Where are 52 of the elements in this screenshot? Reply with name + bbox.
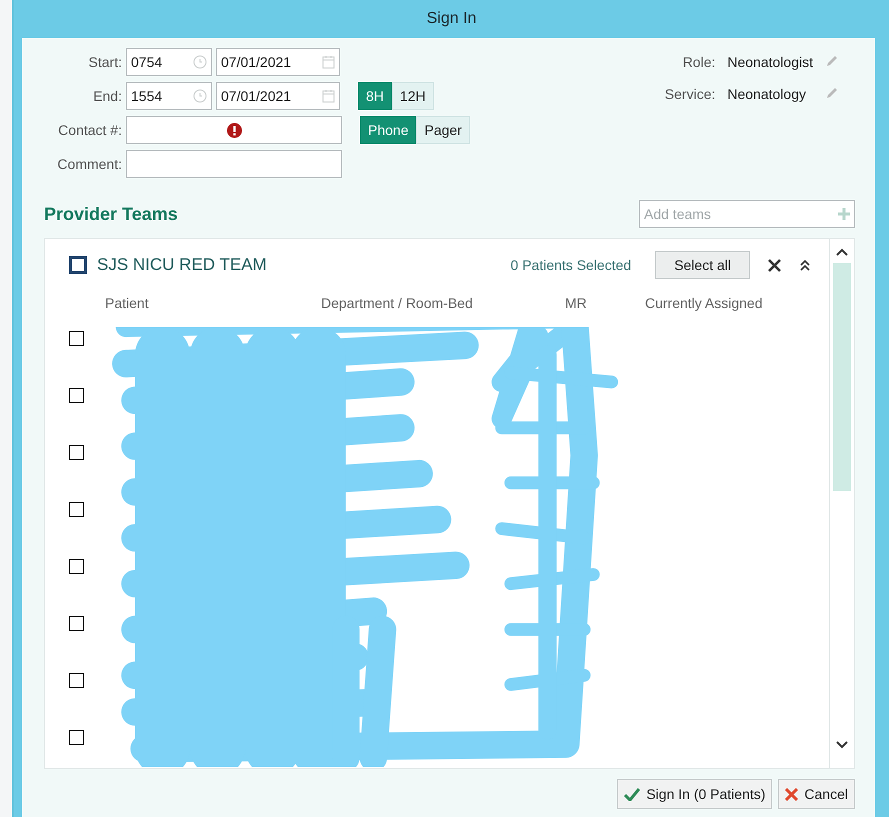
contact-toggle[interactable]: Phone	[360, 116, 416, 144]
calendar-icon	[322, 55, 335, 69]
contact-toggle[interactable]: Pager	[416, 116, 470, 144]
collapse-icon[interactable]	[799, 259, 811, 271]
field-label: Role:	[682, 54, 716, 70]
clock-icon	[193, 89, 207, 103]
selected-count: 0 Patients Selected	[510, 257, 632, 273]
window-title: Sign In	[426, 10, 476, 28]
column-header: Department / Room-Bed	[321, 295, 474, 311]
row-checkbox[interactable]	[69, 502, 84, 517]
check-icon	[624, 787, 640, 801]
pencil-icon	[825, 54, 839, 68]
select-all-button[interactable]: Select all	[655, 251, 750, 279]
scroll-down-icon[interactable]	[835, 740, 849, 750]
row-checkbox[interactable]	[69, 388, 84, 403]
shift-toggle[interactable]: 8H	[358, 82, 392, 110]
scrollbar-thumb[interactable]	[833, 263, 851, 491]
time-field[interactable]: 1554	[126, 82, 212, 110]
team-name: SJS NICU RED TEAM	[97, 255, 268, 275]
time-field[interactable]: 0754	[126, 48, 212, 76]
field-label: Start:	[88, 54, 122, 70]
column-header: MR	[565, 295, 588, 311]
section-title: Provider Teams	[44, 204, 178, 224]
row-checkbox[interactable]	[69, 559, 84, 574]
field-label: Comment:	[56, 156, 122, 172]
date-field[interactable]: 07/01/2021	[216, 82, 340, 110]
field-label: End:	[92, 88, 122, 104]
comment-field[interactable]	[126, 150, 342, 178]
service-value: Neonatology	[727, 86, 807, 102]
field-label: Service:	[664, 86, 716, 102]
row-checkbox[interactable]	[69, 673, 84, 688]
row-checkbox[interactable]	[69, 445, 84, 460]
date-field[interactable]: 07/01/2021	[216, 48, 340, 76]
contact-field[interactable]	[126, 116, 342, 144]
role-value: Neonatologist	[727, 54, 813, 70]
row-checkbox[interactable]	[69, 730, 84, 745]
calendar-icon	[322, 89, 335, 103]
row-checkbox[interactable]	[69, 331, 84, 346]
close-icon[interactable]	[768, 258, 781, 272]
team-checkbox[interactable]	[69, 256, 87, 274]
shift-toggle[interactable]: 12H	[392, 82, 434, 110]
column-header: Currently Assigned	[645, 295, 764, 311]
sign-in-button[interactable]: Sign In (0 Patients)	[617, 779, 772, 809]
column-header: Patient	[105, 295, 150, 311]
clock-icon	[193, 55, 207, 69]
scroll-up-icon[interactable]	[835, 247, 849, 257]
plus-icon	[838, 208, 850, 220]
close-icon	[785, 788, 798, 800]
pencil-icon	[825, 86, 839, 100]
cancel-button[interactable]: Cancel	[778, 779, 855, 809]
row-checkbox[interactable]	[69, 616, 84, 631]
field-label: Contact #:	[57, 122, 122, 138]
